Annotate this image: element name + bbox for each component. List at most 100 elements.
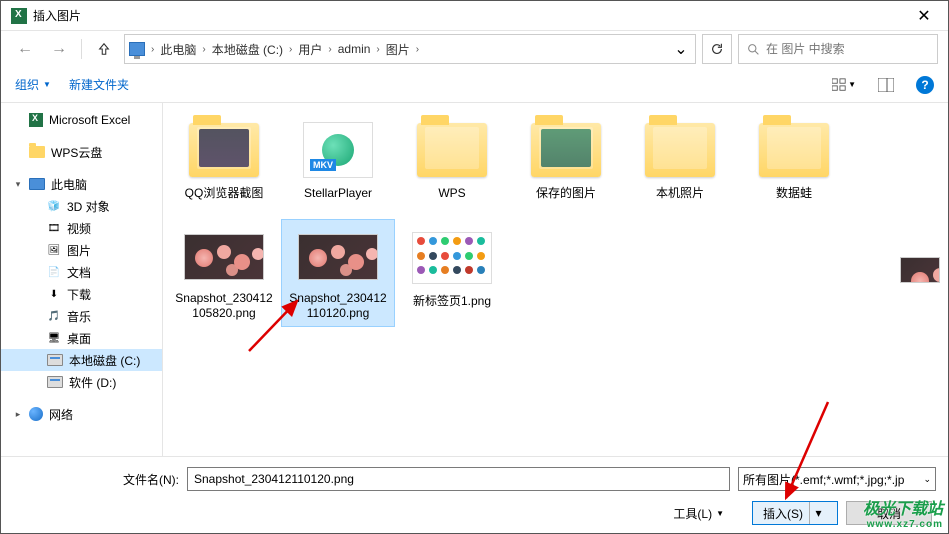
sidebar-item[interactable]: WPS云盘 (1, 141, 162, 163)
drive-icon (47, 354, 63, 366)
excel-icon (29, 113, 43, 127)
main-area: Microsoft Excel WPS云盘 ▾此电脑 🧊 3D 对象 🎞 视频 🖼图片📄文档⬇… (1, 103, 948, 456)
sidebar-item-label: WPS云盘 (51, 144, 102, 161)
file-item[interactable]: 数据蛙 (737, 111, 851, 219)
file-area[interactable]: QQ浏览器截图 MKVStellarPlayerWPS 保存的图片 本机照片 数据蛙 Sn… (163, 103, 948, 456)
breadcrumb-item[interactable]: admin (336, 38, 373, 60)
sidebar-item-label: 本地磁盘 (C:) (69, 352, 140, 369)
lib-icon: 🖼 (47, 244, 61, 256)
drive-icon (47, 376, 63, 388)
folder-icon (29, 146, 45, 158)
thumbnail (640, 118, 720, 182)
insert-dropdown[interactable]: ▾ (809, 502, 827, 524)
filename-row: 文件名(N): 所有图片(*.emf;*.wmf;*.jpg;*.jp⌄ (13, 467, 936, 491)
insert-button[interactable]: 插入(S) ▾ (752, 501, 838, 525)
breadcrumb-bar[interactable]: › 此电脑 › 本地磁盘 (C:) › 用户 › admin › 图片 › ⌄ (124, 34, 696, 64)
chevron-right-icon: › (374, 44, 381, 55)
file-label: 新标签页1.png (413, 294, 491, 308)
help-button[interactable]: ? (916, 76, 934, 94)
up-button[interactable] (90, 35, 118, 63)
view-mode-button[interactable]: ▼ (832, 73, 856, 97)
file-item[interactable]: WPS (395, 111, 509, 219)
filename-label: 文件名(N): (123, 471, 179, 488)
sidebar-item[interactable]: 🎵 音乐 (1, 305, 162, 327)
file-label: 本机照片 (656, 186, 704, 200)
breadcrumb-item[interactable]: 此电脑 (158, 37, 198, 62)
lib-icon: 🎵 (47, 310, 61, 322)
sidebar-item-label: 此电脑 (51, 176, 87, 193)
file-item[interactable]: MKVStellarPlayer (281, 111, 395, 219)
divider (81, 39, 82, 59)
chevron-right-icon: › (287, 44, 294, 55)
excel-icon (11, 8, 27, 24)
file-item[interactable]: Snapshot_230412110120.png (281, 219, 395, 327)
lib-icon: 📄 (47, 266, 61, 278)
lib-icon: 🧊 (47, 200, 61, 212)
file-label: QQ浏览器截图 (185, 186, 264, 200)
chevron-right-icon: › (414, 44, 421, 55)
file-label: 数据蛙 (776, 186, 812, 200)
sidebar-item[interactable]: 软件 (D:) (1, 371, 162, 393)
search-box[interactable] (738, 34, 938, 64)
preview-thumbnail (900, 257, 940, 283)
sidebar-item[interactable]: 本地磁盘 (C:) (1, 349, 162, 371)
thumbnail (298, 226, 378, 287)
lib-icon: 🎞 (47, 222, 61, 234)
thumbnail (412, 118, 492, 182)
file-item[interactable]: Snapshot_230412105820.png (167, 219, 281, 327)
sidebar-item[interactable]: 🎞 视频 (1, 217, 162, 239)
close-button[interactable]: ✕ (904, 2, 944, 30)
refresh-button[interactable] (702, 34, 732, 64)
forward-button[interactable]: → (45, 35, 73, 63)
cancel-button[interactable]: 取消 (846, 501, 932, 525)
chevron-right-icon: › (149, 44, 156, 55)
thumbnail (526, 118, 606, 182)
chevron-right-icon: › (326, 44, 333, 55)
file-item[interactable]: 保存的图片 (509, 111, 623, 219)
thumbnail (184, 226, 264, 287)
back-button[interactable]: ← (11, 35, 39, 63)
lib-icon: 🖥 (47, 332, 61, 344)
sidebar[interactable]: Microsoft Excel WPS云盘 ▾此电脑 🧊 3D 对象 🎞 视频 🖼图片📄文档⬇… (1, 103, 163, 456)
file-item[interactable]: QQ浏览器截图 (167, 111, 281, 219)
file-label: 保存的图片 (536, 186, 596, 200)
buttons-row: 工具(L)▼ 插入(S) ▾ 取消 (13, 501, 936, 525)
sidebar-item[interactable]: ⬇下载 (1, 283, 162, 305)
breadcrumb-item[interactable]: 图片 (384, 37, 412, 62)
sidebar-item[interactable]: ▸网络 (1, 403, 162, 425)
chevron-right-icon: › (200, 44, 207, 55)
file-item[interactable]: 新标签页1.png (395, 219, 509, 327)
sidebar-item-label: 3D 对象 (67, 198, 110, 215)
search-input[interactable] (766, 42, 929, 56)
search-icon (747, 43, 760, 56)
breadcrumb-item[interactable]: 用户 (296, 37, 324, 62)
sidebar-item[interactable]: Microsoft Excel (1, 109, 162, 131)
new-folder-button[interactable]: 新建文件夹 (69, 76, 129, 93)
toolbar: 组织▼ 新建文件夹 ▼ ? (1, 67, 948, 103)
file-label: Snapshot_230412105820.png (172, 291, 276, 320)
navbar: ← → › 此电脑 › 本地磁盘 (C:) › 用户 › admin › 图片 … (1, 31, 948, 67)
pc-icon (129, 42, 145, 56)
thumbnail (412, 226, 492, 290)
sidebar-item[interactable]: 🖼图片 (1, 239, 162, 261)
breadcrumb-dropdown[interactable]: ⌄ (671, 35, 691, 63)
titlebar: 插入图片 ✕ (1, 1, 948, 31)
sidebar-item[interactable]: ▾此电脑 (1, 173, 162, 195)
pc-icon (29, 178, 45, 190)
preview-pane-button[interactable] (874, 73, 898, 97)
sidebar-item[interactable]: 🖥桌面 (1, 327, 162, 349)
sidebar-item-label: 下载 (67, 286, 91, 303)
file-item[interactable]: 本机照片 (623, 111, 737, 219)
tools-menu[interactable]: 工具(L)▼ (673, 505, 724, 522)
file-label: Snapshot_230412110120.png (286, 291, 390, 320)
filetype-select[interactable]: 所有图片(*.emf;*.wmf;*.jpg;*.jp⌄ (738, 467, 936, 491)
filename-input[interactable] (187, 467, 730, 491)
sidebar-item-label: Microsoft Excel (49, 113, 130, 127)
sidebar-item[interactable]: 📄文档 (1, 261, 162, 283)
breadcrumb-item[interactable]: 本地磁盘 (C:) (210, 37, 285, 62)
organize-menu[interactable]: 组织▼ (15, 76, 51, 93)
sidebar-item[interactable]: 🧊 3D 对象 (1, 195, 162, 217)
sidebar-item-label: 音乐 (67, 308, 91, 325)
file-label: StellarPlayer (304, 186, 372, 200)
sidebar-item-label: 视频 (67, 220, 91, 237)
